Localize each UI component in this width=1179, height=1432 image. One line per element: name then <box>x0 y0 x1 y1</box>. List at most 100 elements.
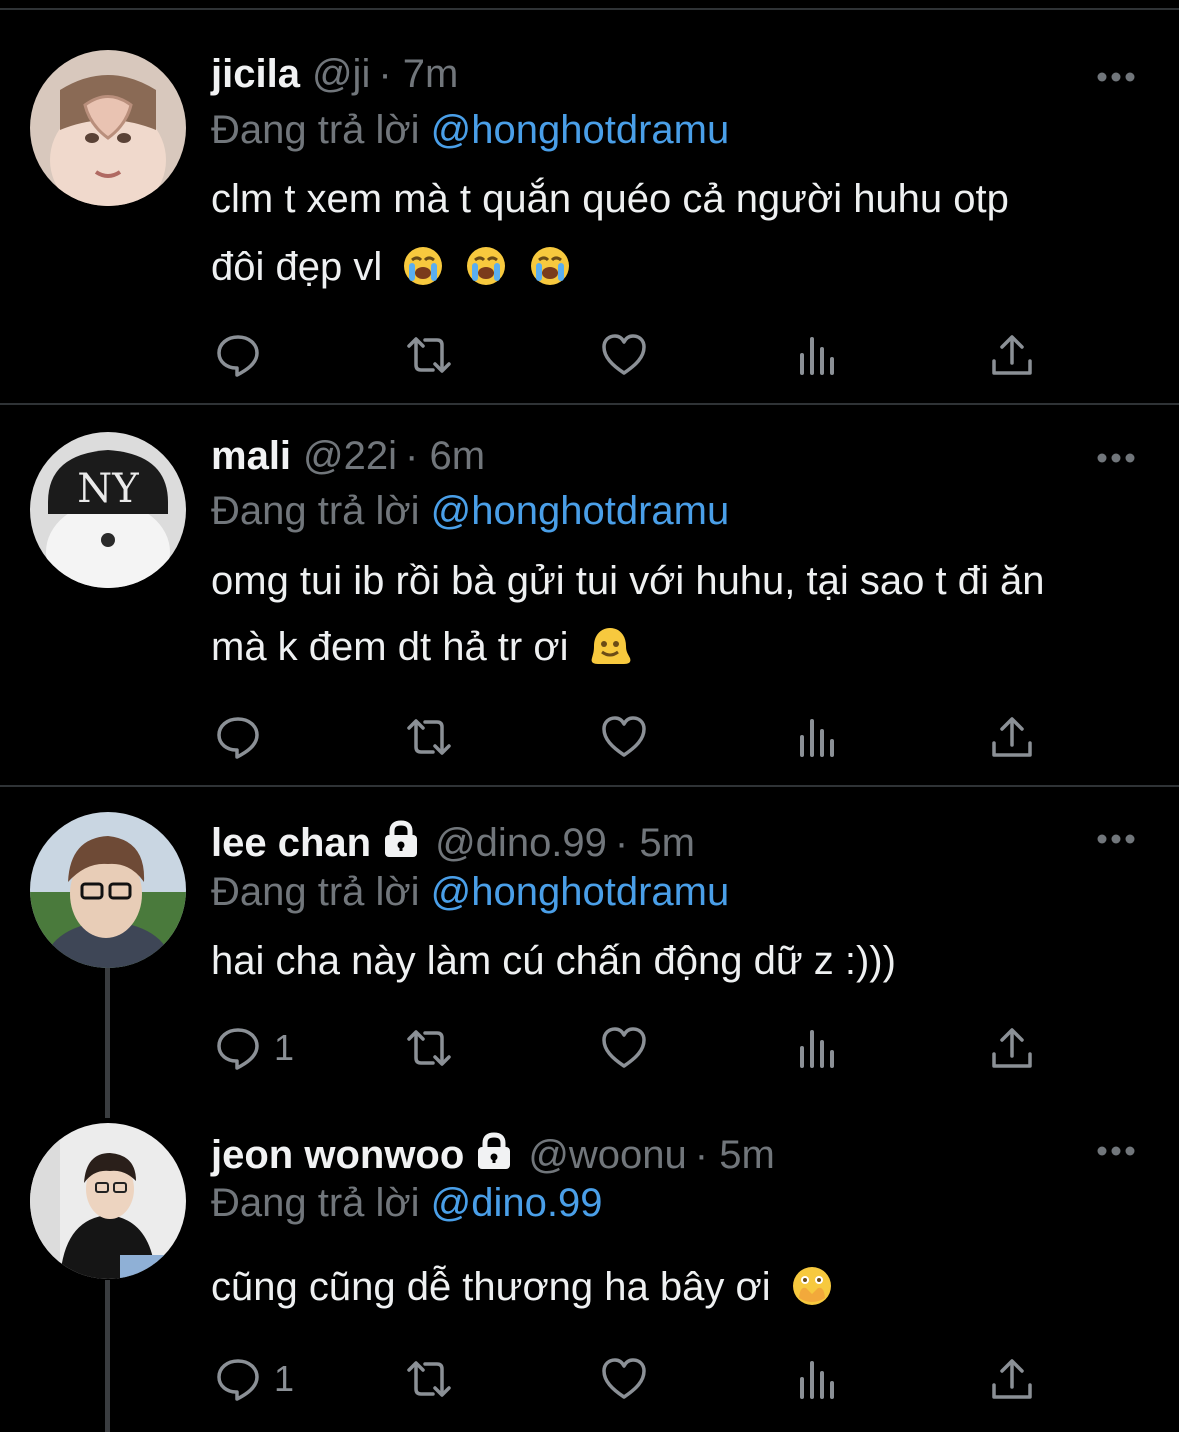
timestamp[interactable]: · 5m <box>615 821 695 866</box>
tweet-text-line-with-emoji: mà k đem dt hả tr ơi <box>211 616 1044 678</box>
loudly-crying-face-icon <box>401 244 445 288</box>
like-button[interactable] <box>600 1354 648 1404</box>
mention-link[interactable]: @honghotdramu <box>431 489 730 533</box>
thread-line <box>105 1280 110 1432</box>
tweet-divider <box>0 403 1179 405</box>
tweet-text-line: đôi đẹp vl <box>211 245 383 289</box>
views-icon <box>800 337 834 375</box>
tweet-text-line: cũng cũng dễ thương ha bây ơi <box>211 1265 771 1309</box>
like-button[interactable] <box>600 1023 648 1073</box>
display-name[interactable]: mali <box>211 434 291 479</box>
replying-to-label: Đang trả lời <box>211 108 420 152</box>
more-icon[interactable] <box>1096 451 1136 465</box>
like-button[interactable] <box>600 330 648 380</box>
mention-link[interactable]: @honghotdramu <box>431 108 730 152</box>
share-icon <box>992 1028 1032 1068</box>
lock-icon <box>474 1131 514 1176</box>
replying-to-label: Đang trả lời <box>211 1181 420 1225</box>
tweet-text-line: clm t xem mà t quắn quéo cả người huhu o… <box>211 177 1009 221</box>
reply-button[interactable] <box>214 330 274 380</box>
reply-button[interactable] <box>214 712 274 762</box>
reply-icon <box>217 1028 259 1070</box>
tweet-divider <box>0 785 1179 787</box>
views-button[interactable] <box>794 330 842 380</box>
reply-count: 1 <box>274 1358 295 1399</box>
replying-to: Đang trả lời @honghotdramu <box>211 108 729 153</box>
tweet-text-line: hai cha này làm cú chấn động dữ z :))) <box>211 939 896 983</box>
melting-face-icon <box>588 624 632 668</box>
more-icon[interactable] <box>1096 70 1136 84</box>
replying-to: Đang trả lời @honghotdramu <box>211 489 729 534</box>
tweet-actions: 1 <box>210 1354 1050 1404</box>
views-icon <box>800 719 834 757</box>
views-icon <box>800 1361 834 1399</box>
avatar[interactable] <box>30 812 186 968</box>
retweet-icon <box>407 1361 451 1397</box>
tweet-text-line-with-emoji: đôi đẹp vl <box>211 236 1009 298</box>
reply-icon <box>217 1359 259 1401</box>
loudly-crying-face-icon <box>528 244 572 288</box>
svg-text:NY: NY <box>77 466 139 512</box>
reply-button[interactable]: 1 <box>214 1023 294 1073</box>
like-button[interactable] <box>600 712 648 762</box>
timestamp[interactable]: · 6m <box>405 434 485 479</box>
mention-link[interactable]: @honghotdramu <box>431 870 730 914</box>
username[interactable]: @22i <box>303 434 397 479</box>
views-button[interactable] <box>794 1023 842 1073</box>
views-icon <box>800 1030 834 1068</box>
loudly-crying-face-icon <box>464 244 508 288</box>
heart-icon <box>602 1027 646 1068</box>
heart-icon <box>602 334 646 375</box>
more-icon[interactable] <box>1096 1144 1136 1158</box>
display-name[interactable]: lee chan <box>211 821 371 866</box>
share-button[interactable] <box>988 1023 1036 1073</box>
retweet-button[interactable] <box>405 1023 453 1073</box>
username[interactable]: @dino.99 <box>435 821 607 866</box>
reply-icon <box>217 717 259 759</box>
retweet-button[interactable] <box>405 330 453 380</box>
display-name[interactable]: jeon wonwoo <box>211 1133 464 1178</box>
username[interactable]: @ji <box>312 52 370 97</box>
timestamp[interactable]: · 7m <box>378 52 458 97</box>
replying-to-label: Đang trả lời <box>211 489 420 533</box>
retweet-icon <box>407 1030 451 1066</box>
share-button[interactable] <box>988 330 1036 380</box>
retweet-button[interactable] <box>405 1354 453 1404</box>
tweet-text: omg tui ib rồi bà gửi tui với huhu, tại … <box>211 550 1044 678</box>
share-icon <box>992 1359 1032 1399</box>
replying-to-label: Đang trả lời <box>211 870 420 914</box>
tweet-header: mali @22i · 6m <box>211 434 485 484</box>
face-with-open-eyes-and-hand-over-mouth-icon <box>790 1264 834 1308</box>
share-icon <box>992 717 1032 757</box>
lock-icon <box>381 819 421 864</box>
retweet-icon <box>407 719 451 755</box>
reply-button[interactable]: 1 <box>214 1354 294 1404</box>
heart-icon <box>602 716 646 757</box>
views-button[interactable] <box>794 712 842 762</box>
thread-line <box>105 966 110 1118</box>
more-icon[interactable] <box>1096 832 1136 846</box>
avatar[interactable]: NY <box>30 432 186 588</box>
timestamp[interactable]: · 5m <box>695 1133 775 1178</box>
avatar[interactable] <box>30 1123 186 1279</box>
username[interactable]: @woonu <box>528 1133 686 1178</box>
display-name[interactable]: jicila <box>211 52 300 97</box>
share-icon <box>992 335 1032 375</box>
mention-link[interactable]: @dino.99 <box>431 1181 603 1225</box>
tweet-actions <box>210 712 1050 762</box>
tweet-text: clm t xem mà t quắn quéo cả người huhu o… <box>211 168 1009 298</box>
reply-count: 1 <box>274 1027 295 1068</box>
views-button[interactable] <box>794 1354 842 1404</box>
avatar[interactable] <box>30 50 186 206</box>
retweet-button[interactable] <box>405 712 453 762</box>
tweet-text-line: omg tui ib rồi bà gửi tui với huhu, tại … <box>211 559 1045 603</box>
tweet-actions <box>210 330 1050 380</box>
heart-icon <box>602 1358 646 1399</box>
retweet-icon <box>407 337 451 373</box>
share-button[interactable] <box>988 1354 1036 1404</box>
tweet-header: jicila @ji · 7m <box>211 52 458 102</box>
share-button[interactable] <box>988 712 1036 762</box>
reply-icon <box>217 335 259 377</box>
tweet-header: jeon wonwoo @woonu · 5m <box>211 1128 775 1178</box>
tweet-header: lee chan @dino.99 · 5m <box>211 816 695 866</box>
